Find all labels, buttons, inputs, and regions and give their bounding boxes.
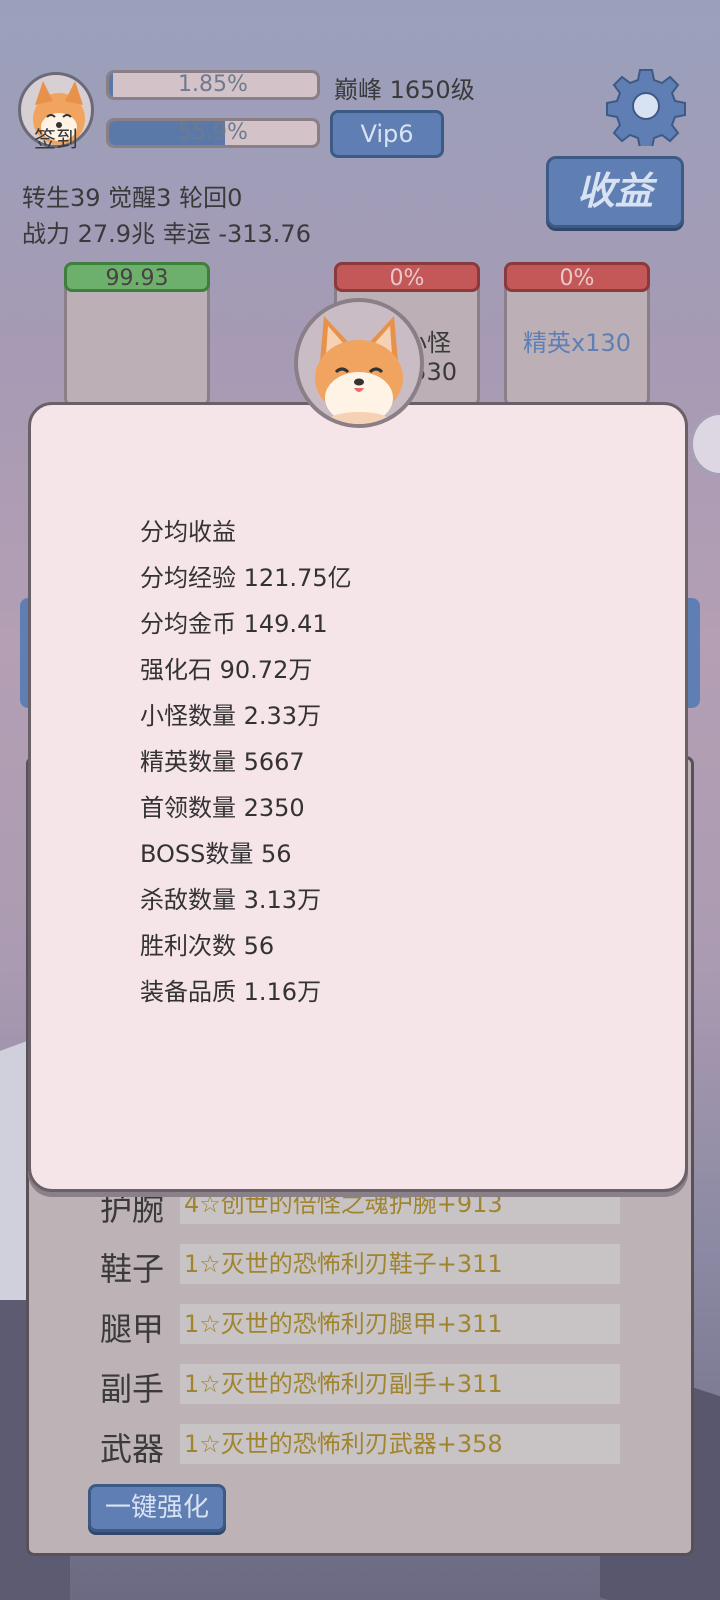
popup-line: 胜利次数 56 (140, 932, 275, 960)
equipment-slot: 武器 (100, 1430, 165, 1468)
exp-progress-text: 55.9% (178, 120, 248, 145)
equipment-value: 1☆灭世的恐怖利刃副手+311 (180, 1364, 620, 1404)
popup-line: 首领数量 2350 (140, 794, 305, 822)
popup-line: 杀敌数量 3.13万 (140, 886, 322, 914)
one-key-enhance-button[interactable]: 一键强化 (88, 1484, 226, 1532)
peak-level: 巅峰 1650级 (334, 76, 475, 104)
equipment-value: 1☆灭世的恐怖利刃腿甲+311 (180, 1304, 620, 1344)
elite-hp-bar: 0% (504, 262, 650, 292)
elite-count-label: 精英x130 (522, 329, 631, 357)
equipment-slot: 鞋子 (100, 1250, 165, 1288)
equipment-value: 1☆灭世的恐怖利刃武器+358 (180, 1424, 620, 1464)
power-luck-stats: 战力 27.9兆 幸运 -313.76 (22, 220, 311, 248)
earnings-popup (28, 402, 688, 1192)
popup-line: 装备品质 1.16万 (140, 978, 322, 1006)
player-card[interactable]: 99.93 (64, 262, 210, 408)
minion-hp-bar: 0% (334, 262, 480, 292)
earnings-button[interactable]: 收益 (546, 156, 684, 228)
popup-line: 分均经验 121.75亿 (140, 564, 352, 592)
player-hp-bar: 99.93 (64, 262, 210, 292)
level-progress-text: 1.85% (178, 72, 248, 97)
right-side-tab[interactable] (686, 598, 700, 708)
exp-progress-bar: 55.9% (106, 118, 320, 148)
level-progress-bar: 1.85% (106, 70, 320, 100)
floating-cube-icon[interactable] (690, 412, 720, 476)
equipment-slot: 副手 (100, 1370, 165, 1408)
popup-line: 精英数量 5667 (140, 748, 305, 776)
popup-line: 分均收益 (140, 518, 236, 546)
checkin-button[interactable]: 签到 (18, 122, 94, 154)
popup-line: 强化石 90.72万 (140, 656, 313, 684)
popup-line: 小怪数量 2.33万 (140, 702, 322, 730)
popup-line: BOSS数量 56 (140, 840, 292, 868)
vip-button[interactable]: Vip6 (330, 110, 444, 158)
corgi-mascot-icon (294, 298, 424, 428)
settings-gear-icon[interactable] (606, 66, 686, 149)
rebirth-stats: 转生39 觉醒3 轮回0 (22, 184, 243, 212)
elite-card[interactable]: 0% 精英x130 (504, 262, 650, 408)
popup-line: 分均金币 149.41 (140, 610, 328, 638)
equipment-slot: 腿甲 (100, 1310, 165, 1348)
equipment-value: 1☆灭世的恐怖利刃鞋子+311 (180, 1244, 620, 1284)
